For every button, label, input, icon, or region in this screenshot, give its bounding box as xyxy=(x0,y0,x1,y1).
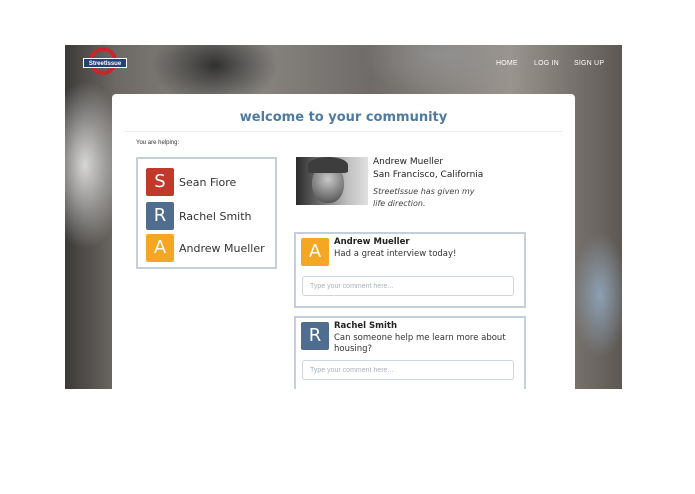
page-title: welcome to your community xyxy=(239,110,448,125)
post-text: Had a great interview today! xyxy=(334,249,457,259)
post-card: A Andrew Mueller Had a great interview t… xyxy=(294,232,526,308)
post-text: Can someone help me learn more about hou… xyxy=(334,333,506,354)
nav-signup[interactable]: SIGN UP xyxy=(574,60,604,67)
post-author: Rachel Smith xyxy=(334,321,398,331)
avatar: A xyxy=(301,238,329,266)
title-divider xyxy=(124,131,563,132)
avatar: S xyxy=(146,168,174,196)
helping-item-andrew-mueller[interactable]: A Andrew Mueller xyxy=(146,234,265,262)
helping-item-sean-fiore[interactable]: S Sean Fiore xyxy=(146,168,236,196)
profile-location: San Francisco, California xyxy=(373,170,484,180)
profile-name: Andrew Mueller xyxy=(373,157,444,167)
helping-item-name: Sean Fiore xyxy=(179,175,237,189)
post-author: Andrew Mueller xyxy=(334,237,410,247)
avatar: A xyxy=(146,234,174,262)
post-card: R Rachel Smith Can someone help me learn… xyxy=(294,316,526,389)
avatar: R xyxy=(301,322,329,350)
hero-background: StreetIssue HOME LOG IN SIGN UP welcome … xyxy=(65,45,622,389)
avatar: R xyxy=(146,202,174,230)
profile-quote: StreetIssue has given my life direction. xyxy=(373,187,475,208)
nav-login[interactable]: LOG IN xyxy=(534,60,559,67)
helping-list: S Sean Fiore R Rachel Smith A Andrew Mue… xyxy=(136,157,277,269)
helping-label: You are helping: xyxy=(136,140,180,146)
comment-input[interactable] xyxy=(302,276,514,296)
nav-home[interactable]: HOME xyxy=(496,60,518,67)
profile-photo xyxy=(296,157,368,205)
comment-input[interactable] xyxy=(302,360,514,380)
community-panel: welcome to your community You are helpin… xyxy=(112,94,575,389)
helping-item-name: Andrew Mueller xyxy=(179,241,265,255)
photo-hat xyxy=(308,157,348,173)
helping-item-rachel-smith[interactable]: R Rachel Smith xyxy=(146,202,252,230)
helping-item-name: Rachel Smith xyxy=(179,209,252,223)
logo-text: StreetIssue xyxy=(83,58,127,68)
streetissue-logo[interactable]: StreetIssue xyxy=(83,47,127,79)
